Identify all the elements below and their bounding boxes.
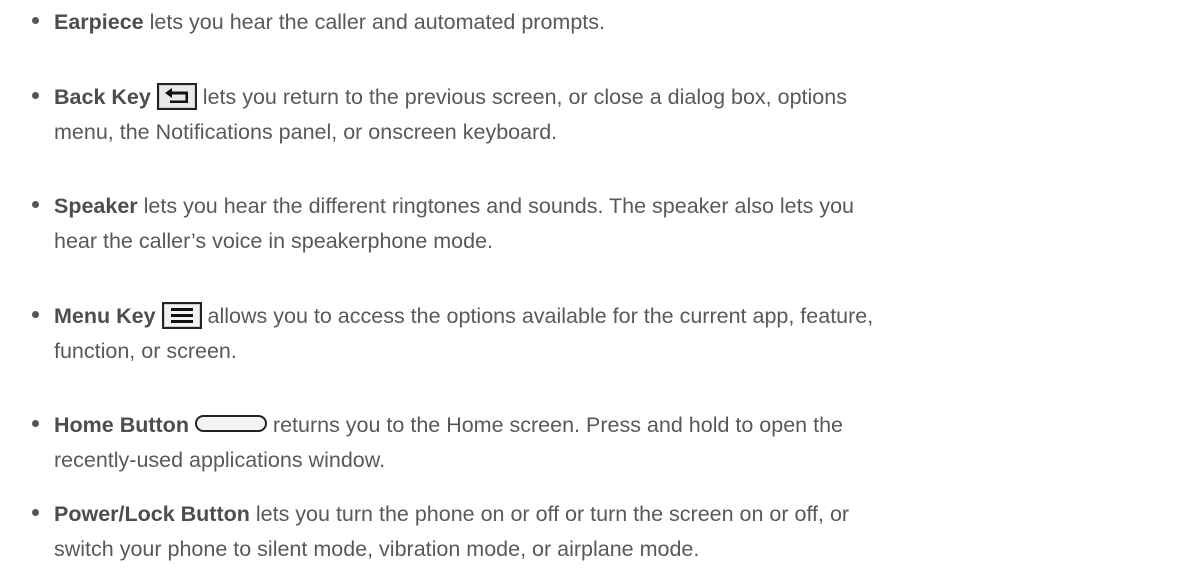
- list-item-text: Earpiece lets you hear the caller and au…: [54, 5, 1174, 40]
- bullet: [32, 92, 39, 99]
- list-item-text: Menu Key allows you to access the option…: [54, 299, 1174, 369]
- description-line-2: menu, the Notifications panel, or onscre…: [54, 120, 558, 144]
- term-power-lock-button: Power/Lock Button: [54, 502, 250, 526]
- home-pill-icon: [194, 415, 267, 432]
- description-line-1: allows you to access the options availab…: [201, 304, 874, 328]
- description-line-1: lets you hear the different ringtones an…: [137, 194, 854, 218]
- description-line-1: lets you hear the caller and automated p…: [143, 10, 605, 34]
- description-line-2: function, or screen.: [54, 339, 237, 363]
- description-line-1: lets you return to the previous screen, …: [196, 85, 847, 109]
- list-item-text: Power/Lock Button lets you turn the phon…: [54, 497, 1174, 567]
- bullet: [32, 509, 39, 516]
- bullet: [32, 201, 39, 208]
- description-line-2: recently-used applications window.: [54, 448, 386, 472]
- description-line-1: returns you to the Home screen. Press an…: [266, 413, 843, 437]
- back-arrow-icon: [156, 83, 197, 110]
- bullet: [32, 420, 39, 427]
- term-back-key: Back Key: [54, 85, 151, 109]
- term-earpiece: Earpiece: [54, 10, 144, 34]
- document-page: Earpiece lets you hear the caller and au…: [0, 0, 1185, 571]
- list-item-text: Speaker lets you hear the different ring…: [54, 189, 1174, 259]
- menu-lines-icon: [161, 302, 202, 329]
- bullet: [32, 311, 39, 318]
- bullet: [32, 17, 39, 24]
- list-item-text: Back Key lets you return to the previous…: [54, 80, 1174, 150]
- list-item-text: Home Button returns you to the Home scre…: [54, 408, 1174, 478]
- term-speaker: Speaker: [54, 194, 138, 218]
- description-line-1: lets you turn the phone on or off or tur…: [249, 502, 850, 526]
- description-line-2: hear the caller’s voice in speakerphone …: [54, 229, 494, 253]
- term-menu-key: Menu Key: [54, 304, 156, 328]
- description-line-2: switch your phone to silent mode, vibrat…: [54, 537, 700, 561]
- term-home-button: Home Button: [54, 413, 189, 437]
